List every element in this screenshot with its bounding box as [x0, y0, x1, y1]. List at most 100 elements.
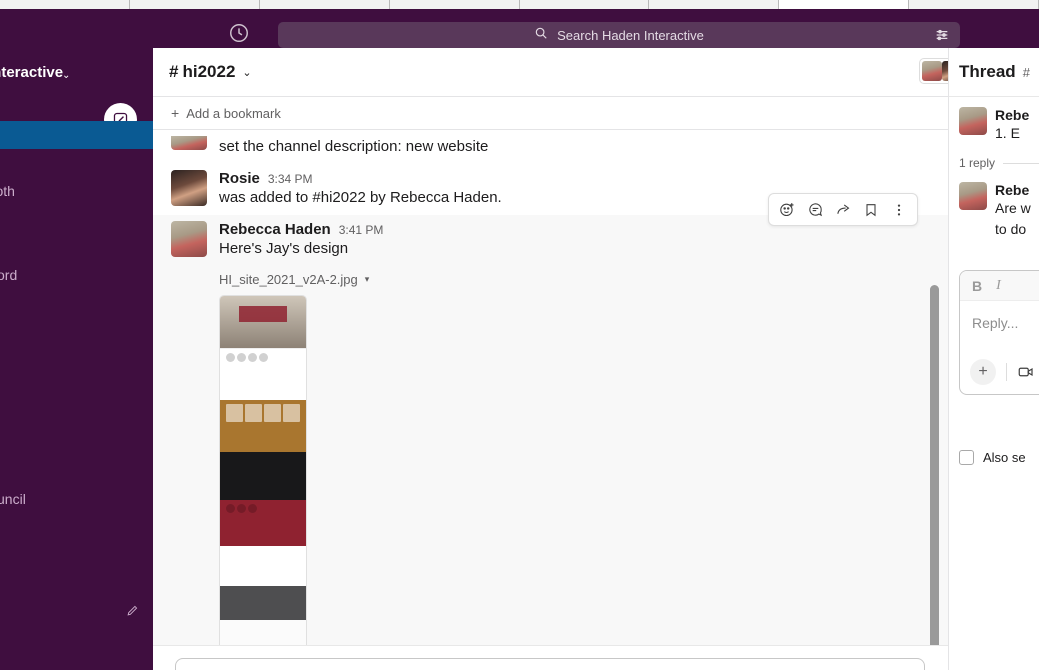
- thread-channel-name: #: [1022, 64, 1030, 80]
- thread-composer-actions: +: [970, 359, 1035, 385]
- message-list: set the channel description: new website…: [153, 130, 948, 645]
- sidebar-channel[interactable]: er: [0, 625, 153, 653]
- search-placeholder-text: Search Haden Interactive: [557, 27, 704, 43]
- browser-tab[interactable]: [129, 0, 260, 9]
- edit-pencil-icon[interactable]: [126, 604, 139, 617]
- message-timestamp[interactable]: 3:41 PM: [339, 223, 384, 237]
- clock-icon[interactable]: [228, 22, 250, 44]
- message-timestamp[interactable]: 3:34 PM: [268, 172, 313, 186]
- message-author[interactable]: Rebecca Haden: [219, 221, 331, 238]
- add-bookmark-button[interactable]: + Add a bookmark: [171, 105, 281, 121]
- thread-root-message: Rebe 1. E: [949, 97, 1039, 146]
- divider: [1006, 363, 1007, 381]
- workspace-name: Haden Interactive: [0, 64, 64, 81]
- thread-message-text: to do: [995, 221, 1027, 237]
- thread-reply-composer: B I Reply... +: [959, 270, 1039, 395]
- workspace-header[interactable]: Haden Interactive ⌄: [0, 48, 153, 98]
- browser-tab[interactable]: [259, 0, 390, 9]
- sidebar-channel[interactable]: oride: [0, 429, 153, 457]
- message-row: Rebecca Haden 3:41 PM Here's Jay's desig…: [153, 193, 948, 645]
- thread-reply-count-label: 1 reply: [959, 156, 996, 170]
- message-text: set the channel description: new website: [219, 138, 489, 155]
- sidebar-channel[interactable]: pper: [0, 205, 153, 233]
- avatar[interactable]: [171, 136, 207, 150]
- browser-tab[interactable]: [909, 0, 1039, 9]
- slack-window: Search Haden Interactive Haden Interacti…: [0, 0, 1039, 670]
- reply-in-thread-icon[interactable]: [802, 197, 828, 223]
- website-mockup-thumbnail: [220, 296, 306, 645]
- channel-name: hi2022: [182, 62, 236, 81]
- save-message-icon[interactable]: [858, 197, 884, 223]
- thread-message-text: Are w: [995, 200, 1031, 216]
- channel-label: eracycouncil: [0, 491, 26, 507]
- sidebar-channel[interactable]: ty: [0, 289, 153, 317]
- channel-list: hone ne_rexroth pper t-rutherford ty oda…: [0, 121, 153, 653]
- bookmark-bar: + Add a bookmark: [153, 97, 948, 130]
- forward-message-icon[interactable]: [830, 197, 856, 223]
- browser-tab[interactable]: [649, 0, 780, 9]
- message-list-scrollbar[interactable]: [930, 285, 939, 665]
- thread-reply-message: Rebe Are w to do: [949, 172, 1039, 242]
- sidebar-channel[interactable]: o: [0, 569, 153, 597]
- sidebar-channel[interactable]: ds: [0, 401, 153, 429]
- attachment-image-preview[interactable]: [219, 295, 307, 645]
- add-attachment-icon[interactable]: +: [970, 359, 996, 385]
- browser-tab[interactable]: [0, 0, 130, 9]
- thread-message-author[interactable]: Rebe: [995, 107, 1029, 123]
- avatar[interactable]: [959, 182, 987, 210]
- hash-icon: #: [169, 62, 179, 81]
- thread-title: Thread: [959, 62, 1016, 81]
- divider: [1003, 162, 1039, 164]
- filter-sliders-icon[interactable]: [934, 27, 950, 43]
- thread-reply-input[interactable]: Reply...: [960, 301, 1039, 331]
- chevron-down-icon: ⌄: [242, 66, 252, 79]
- video-clip-icon[interactable]: [1017, 363, 1035, 381]
- sidebar-channel[interactable]: a: [0, 541, 153, 569]
- attachment-filename[interactable]: HI_site_2021_v2A-2.jpg ▾: [219, 272, 928, 287]
- sidebar-channel[interactable]: t-rutherford: [0, 261, 153, 289]
- message-hover-toolbar: [768, 193, 918, 226]
- browser-tab-strip: [0, 0, 1039, 9]
- add-reaction-icon[interactable]: [774, 197, 800, 223]
- avatar[interactable]: [171, 170, 207, 206]
- plus-icon: +: [171, 105, 180, 121]
- thread-reply-count: 1 reply: [949, 146, 1039, 172]
- sidebar-channel-selected[interactable]: [0, 121, 153, 149]
- browser-tab[interactable]: [519, 0, 650, 9]
- also-send-checkbox[interactable]: [959, 450, 974, 465]
- thread-panel: Thread # Rebe 1. E 1 reply Rebe Are w to…: [948, 48, 1039, 670]
- message-author[interactable]: Rosie: [219, 170, 260, 187]
- sidebar-channel[interactable]: hone: [0, 149, 153, 177]
- sidebar-channel[interactable]: ne_rexroth: [0, 177, 153, 205]
- sidebar-channel[interactable]: odate: [0, 317, 153, 345]
- italic-button[interactable]: I: [996, 278, 1001, 294]
- sidebar-channel[interactable]: artney: [0, 345, 153, 373]
- bold-button[interactable]: B: [972, 278, 982, 294]
- add-bookmark-label: Add a bookmark: [186, 105, 281, 121]
- avatar[interactable]: [959, 107, 987, 135]
- more-actions-icon[interactable]: [886, 197, 912, 223]
- message-text: Here's Jay's design: [219, 240, 349, 257]
- workspace-sidebar: Haden Interactive ⌄ hone ne_rexroth pper…: [0, 48, 153, 670]
- sidebar-channel[interactable]: rds: [0, 513, 153, 541]
- browser-tab-active[interactable]: [779, 0, 910, 9]
- browser-tab[interactable]: [389, 0, 520, 9]
- message-composer-input[interactable]: [175, 658, 925, 670]
- attachment-filename-text: HI_site_2021_v2A-2.jpg: [219, 272, 358, 287]
- avatar[interactable]: [171, 221, 207, 257]
- channel-title[interactable]: # hi2022 ⌄: [169, 62, 252, 82]
- sidebar-channel[interactable]: oaw: [0, 597, 153, 625]
- search-input[interactable]: Search Haden Interactive: [278, 22, 960, 48]
- sidebar-channel[interactable]: eracycouncil: [0, 485, 153, 513]
- thread-header: Thread #: [949, 48, 1039, 97]
- sidebar-channel[interactable]: ynwa: [0, 373, 153, 401]
- also-send-to-channel[interactable]: Also se: [959, 450, 1026, 465]
- channel-header: # hi2022 ⌄: [153, 48, 948, 97]
- top-navigation-bar: Search Haden Interactive: [0, 9, 1039, 48]
- also-send-label: Also se: [983, 450, 1026, 465]
- channel-label: ne_rexroth: [0, 183, 15, 199]
- chevron-down-icon[interactable]: ▾: [365, 274, 370, 285]
- thread-message-author[interactable]: Rebe: [995, 182, 1031, 198]
